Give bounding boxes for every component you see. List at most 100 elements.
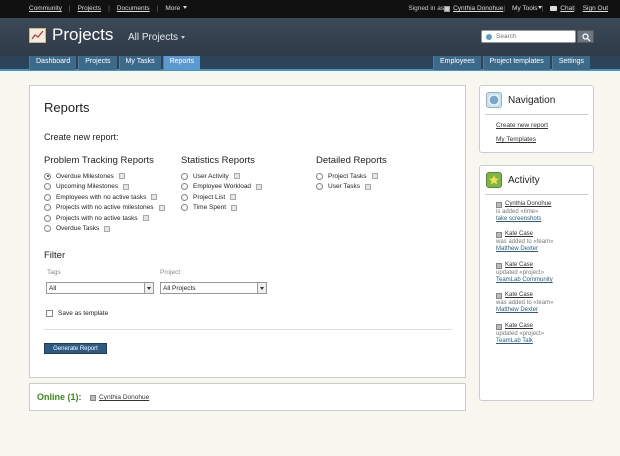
info-icon[interactable] [256,183,263,190]
column-heading: Statistics Reports [181,155,255,166]
top-link-community[interactable]: Community [29,5,62,12]
navigation-panel: Navigation Create new report My Template… [479,85,594,153]
activity-user-link[interactable]: Kate Case [505,292,533,300]
radio-button[interactable] [316,183,323,191]
top-link-documents[interactable]: Documents [117,5,150,12]
option-label: Projects with no active tasks [56,214,138,222]
report-option[interactable]: User Tasks [316,182,387,193]
online-panel: Online (1): Cynthia Donohue [29,383,466,411]
tab-projects[interactable]: Projects [78,56,117,70]
info-icon[interactable] [230,194,237,201]
report-option[interactable]: Employees with no active tasks [44,192,165,203]
info-icon[interactable] [142,215,149,222]
info-icon[interactable] [158,204,165,211]
top-link-projects[interactable]: Projects [78,5,101,12]
activity-user-link[interactable]: Kate Case [505,231,533,239]
user-profile-link[interactable]: Cynthia Donohue [453,5,503,12]
info-icon[interactable] [233,173,240,180]
report-option[interactable]: Projects with no active milestones [44,203,165,214]
generate-report-button[interactable]: Generate Report [44,343,107,354]
activity-object-link[interactable]: Matthew Dexter [496,246,591,254]
tab-dashboard[interactable]: Dashboard [29,56,77,70]
page-title: Reports [44,100,90,115]
radio-button[interactable] [181,172,188,180]
more-label: More [165,5,181,12]
user-avatar-icon [496,323,502,330]
divider [485,194,588,195]
online-user-link[interactable]: Cynthia Donohue [99,394,149,401]
info-icon[interactable] [365,183,372,190]
radio-button[interactable] [181,204,188,212]
radio-button[interactable] [181,183,188,191]
report-option[interactable]: Project Tasks [316,171,387,182]
activity-object-link[interactable]: take screenshots [496,216,591,224]
radio-button[interactable] [44,204,51,212]
project-select[interactable]: All Projects [160,282,267,294]
user-avatar-icon [90,394,96,401]
activity-item: Cynthia Donohue is added «time» take scr… [496,201,591,224]
detailed-column: Detailed Reports Project Tasks User Task… [316,155,387,192]
report-option[interactable]: Upcoming Milestones [44,182,165,193]
info-icon[interactable] [151,194,158,201]
tab-settings[interactable]: Settings [551,56,590,70]
top-separator: | [68,5,71,12]
activity-item: Kate Case was added to «team» Matthew De… [496,231,591,254]
tab-my-tasks[interactable]: My Tasks [118,56,161,70]
chat-icon [550,6,558,11]
more-menu[interactable]: More [165,5,188,12]
report-option[interactable]: Time Spent [181,203,262,214]
radio-button[interactable] [181,193,188,201]
radio-button[interactable] [316,172,323,180]
activity-user-link[interactable]: Kate Case [505,262,533,270]
report-option[interactable]: Projects with no active tasks [44,213,165,224]
activity-user-link[interactable]: Cynthia Donohue [505,201,551,209]
activity-user-link[interactable]: Kate Case [505,323,533,331]
radio-button[interactable] [44,193,51,201]
sign-out-link[interactable]: Sign Out [583,5,608,12]
search-box[interactable] [481,30,576,43]
report-option[interactable]: Project List [181,192,262,203]
tab-project-templates[interactable]: Project templates [482,56,550,70]
radio-button[interactable] [44,214,51,222]
activity-object-link[interactable]: TeamLab Talk [496,338,591,346]
option-label: Employee Workload [193,183,252,191]
report-option[interactable]: Overdue Tasks [44,224,165,235]
tab-reports[interactable]: Reports [162,56,201,70]
report-option[interactable]: User Activity [181,171,262,182]
search-button[interactable] [577,30,594,43]
radio-button-selected[interactable] [44,172,51,180]
tags-select-value: All [49,285,57,292]
info-icon[interactable] [371,173,378,180]
option-label: Time Spent [193,204,226,212]
reports-panel: Reports Create new report: Problem Track… [29,85,466,378]
activity-panel: Activity Cynthia Donohue is added «time»… [479,165,594,401]
my-tools-menu[interactable]: My Tools [512,5,542,12]
radio-button[interactable] [44,225,51,233]
create-new-report-link[interactable]: Create new report [496,122,548,129]
option-label: Overdue Tasks [56,225,100,233]
option-label: Overdue Milestones [56,172,114,180]
search-input[interactable] [496,31,574,42]
chat-link[interactable]: Chat [560,5,574,12]
app-title: Projects [52,25,114,44]
activity-object-link[interactable]: Matthew Dexter [496,307,591,315]
info-icon[interactable] [118,173,125,180]
radio-button[interactable] [44,183,51,191]
top-separator: | [156,5,159,12]
my-templates-link[interactable]: My Templates [496,136,536,143]
search-icon [582,33,591,42]
info-icon[interactable] [231,204,237,211]
info-icon[interactable] [123,183,130,190]
save-template-checkbox[interactable] [46,310,53,317]
report-option[interactable]: Overdue Milestones [44,171,165,182]
module-select[interactable]: All Projects [128,32,186,43]
activity-item: Kate Case updated «project» TeamLab Comm… [496,262,591,285]
info-icon[interactable] [104,225,111,232]
tab-employees[interactable]: Employees [432,56,481,70]
save-template-row[interactable]: Save as template [46,310,108,317]
create-report-label: Create new report: [44,132,119,142]
tags-select[interactable]: All [46,282,154,294]
activity-object-link[interactable]: TeamLab Community [496,277,591,285]
report-option[interactable]: Employee Workload [181,182,263,193]
divider [485,114,588,115]
